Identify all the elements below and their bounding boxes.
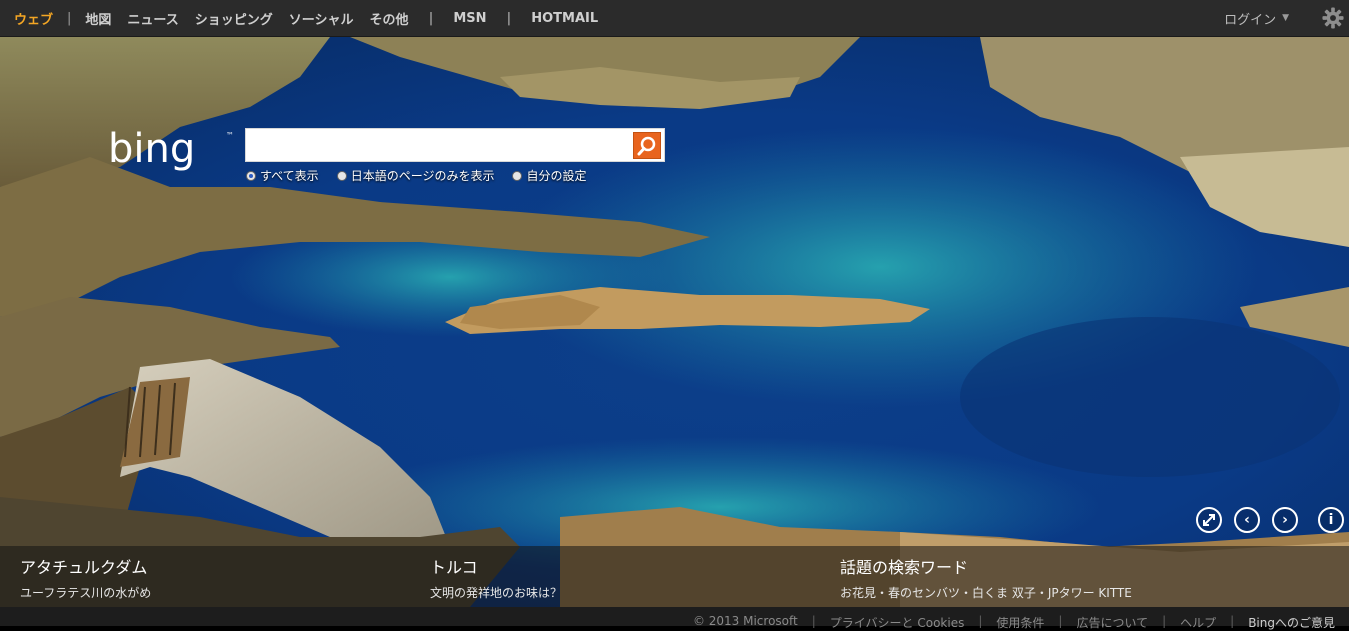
next-image-button[interactable]: › xyxy=(1272,507,1298,533)
radio-label: 日本語のページのみを表示 xyxy=(350,169,495,183)
nav-shopping[interactable]: ショッピング xyxy=(187,9,281,28)
search-scope-options: すべて表示 日本語のページのみを表示 自分の設定 xyxy=(246,167,586,184)
info-panel-subtitle[interactable]: ユーフラテス川の水がめ xyxy=(20,584,151,601)
radio-label: 自分の設定 xyxy=(526,169,587,183)
radio-button-selected[interactable] xyxy=(246,170,256,181)
background-photo xyxy=(0,37,1349,607)
bing-logo[interactable]: bing ™ xyxy=(106,124,236,176)
footer-separator: | xyxy=(1162,614,1167,628)
info-panel-title[interactable]: アタチュルクダム xyxy=(20,554,151,578)
fullscreen-icon xyxy=(1203,514,1215,526)
search-button[interactable] xyxy=(633,132,661,159)
nav-social[interactable]: ソーシャル xyxy=(281,9,362,28)
chevron-down-icon: ▼ xyxy=(1282,13,1289,23)
nav-more[interactable]: その他 xyxy=(362,9,417,28)
nav-msn[interactable]: MSN xyxy=(445,11,494,26)
footer-separator: | xyxy=(978,614,983,628)
radio-button[interactable] xyxy=(336,170,347,181)
footer-separator: | xyxy=(1230,614,1235,628)
radio-all[interactable]: すべて表示 xyxy=(246,167,319,184)
logo-text: bing xyxy=(108,126,195,172)
info-panel-location[interactable]: アタチュルクダム ユーフラテス川の水がめ xyxy=(20,554,151,601)
footer-link-terms[interactable]: 使用条件 xyxy=(996,614,1044,631)
info-panel-title[interactable]: トルコ xyxy=(430,554,562,578)
footer: © 2013 Microsoft | プライバシーと Cookies | 使用条… xyxy=(0,607,1349,630)
radio-label: すべて表示 xyxy=(260,169,319,183)
footer-link-feedback[interactable]: Bingへのご意見 xyxy=(1248,614,1335,631)
nav-separator: | xyxy=(428,10,434,26)
login-label: ログイン xyxy=(1224,12,1277,28)
nav-news[interactable]: ニュース xyxy=(119,9,186,28)
info-icon: i xyxy=(1328,512,1334,528)
search-input[interactable] xyxy=(250,131,634,161)
footer-separator: | xyxy=(1058,614,1063,628)
nav-hotmail[interactable]: HOTMAIL xyxy=(523,11,606,26)
nav-links: ウェブ | 地図 ニュース ショッピング ソーシャル その他 | MSN | H… xyxy=(0,0,606,36)
footer-link-help[interactable]: ヘルプ xyxy=(1180,614,1216,631)
trademark-mark: ™ xyxy=(226,131,234,140)
search-box xyxy=(245,128,665,162)
radio-button[interactable] xyxy=(512,170,523,181)
footer-copyright: © 2013 Microsoft xyxy=(692,614,798,628)
footer-links: © 2013 Microsoft | プライバシーと Cookies | 使用条… xyxy=(693,614,1335,631)
info-panel-trending[interactable]: 話題の検索ワード お花見・春のセンバツ・白くま 双子・JPタワー KITTE xyxy=(840,554,1132,601)
fullscreen-button[interactable] xyxy=(1196,507,1222,533)
chevron-left-icon: ‹ xyxy=(1244,512,1250,528)
gear-icon[interactable] xyxy=(1322,7,1344,29)
nav-web[interactable]: ウェブ xyxy=(6,9,61,28)
footer-link-privacy[interactable]: プライバシーと Cookies xyxy=(830,614,965,631)
radio-japanese-only[interactable]: 日本語のページのみを表示 xyxy=(336,167,495,184)
nav-maps[interactable]: 地図 xyxy=(77,9,119,28)
chevron-right-icon: › xyxy=(1282,512,1288,528)
footer-separator: | xyxy=(811,614,816,628)
info-panel-subtitle[interactable]: 文明の発祥地のお味は？ xyxy=(430,584,562,601)
info-panel-title[interactable]: 話題の検索ワード xyxy=(840,554,1132,578)
radio-my-settings[interactable]: 自分の設定 xyxy=(512,167,586,184)
nav-separator: | xyxy=(506,10,512,26)
info-panel-country[interactable]: トルコ 文明の発祥地のお味は？ xyxy=(430,554,562,601)
footer-link-ads[interactable]: 広告について xyxy=(1076,614,1148,631)
previous-image-button[interactable]: ‹ xyxy=(1234,507,1260,533)
nav-separator: | xyxy=(67,10,72,26)
top-navigation-bar: ウェブ | 地図 ニュース ショッピング ソーシャル その他 | MSN | H… xyxy=(0,0,1349,37)
search-icon xyxy=(637,136,656,156)
hotspot-info-strip: アタチュルクダム ユーフラテス川の水がめ トルコ 文明の発祥地のお味は？ 話題の… xyxy=(0,546,1349,607)
info-panel-subtitle[interactable]: お花見・春のセンバツ・白くま 双子・JPタワー KITTE xyxy=(840,584,1132,601)
login-button[interactable]: ログイン ▼ xyxy=(1224,0,1289,36)
image-info-button[interactable]: i xyxy=(1318,507,1344,533)
